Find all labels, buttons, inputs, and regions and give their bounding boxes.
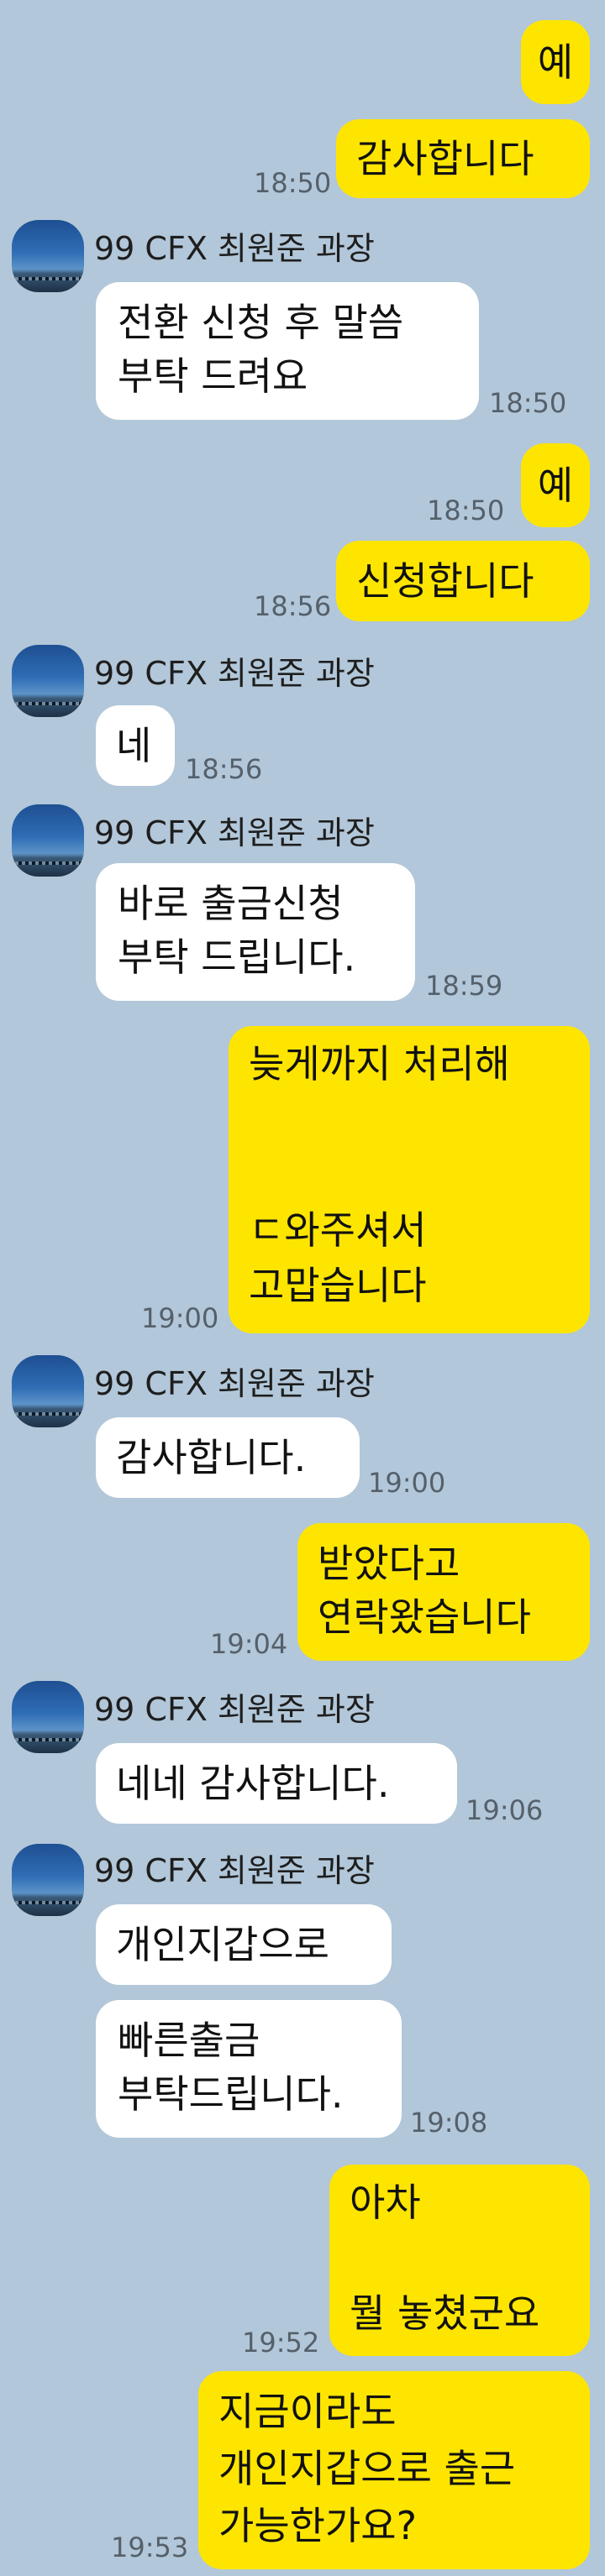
- outgoing-message-bubble[interactable]: 예: [521, 443, 590, 527]
- incoming-message-bubble[interactable]: 네: [96, 705, 175, 786]
- message-time: 19:52: [242, 2327, 320, 2359]
- message-time: 18:50: [254, 167, 332, 199]
- outgoing-message-bubble[interactable]: 예: [521, 20, 590, 104]
- sender-avatar[interactable]: [12, 1681, 84, 1753]
- sender-name: 99 CFX 최원준 과장: [94, 1691, 375, 1728]
- outgoing-message-bubble[interactable]: 감사합니다: [336, 119, 590, 198]
- outgoing-message-bubble[interactable]: 늦게까지 처리해 ㄷ와주셔서 고맙습니다: [229, 1026, 590, 1333]
- message-time: 19:06: [466, 1794, 544, 1826]
- sender-avatar[interactable]: [12, 645, 84, 717]
- message-time: 18:59: [425, 970, 503, 1002]
- incoming-message-bubble[interactable]: 감사합니다.: [96, 1417, 360, 1498]
- sender-avatar[interactable]: [12, 220, 84, 292]
- outgoing-message-bubble[interactable]: 지금이라도 개인지갑으로 출근 가능한가요?: [198, 2371, 590, 2569]
- sender-avatar[interactable]: [12, 804, 84, 877]
- sender-name: 99 CFX 최원준 과장: [94, 1852, 375, 1889]
- incoming-message-bubble[interactable]: 네네 감사합니다.: [96, 1743, 457, 1824]
- message-time: 18:50: [427, 495, 505, 526]
- incoming-message-bubble[interactable]: 빠른출금 부탁드립니다.: [96, 2000, 402, 2138]
- sender-avatar[interactable]: [12, 1844, 84, 1916]
- incoming-message-bubble[interactable]: 전환 신청 후 말씀 부탁 드려요: [96, 282, 479, 420]
- sender-name: 99 CFX 최원준 과장: [94, 814, 375, 851]
- incoming-message-bubble[interactable]: 바로 출금신청 부탁 드립니다.: [96, 863, 415, 1001]
- outgoing-message-bubble[interactable]: 신청합니다: [336, 541, 590, 621]
- message-time: 19:08: [410, 2107, 488, 2139]
- message-time: 19:04: [210, 1628, 288, 1660]
- message-time: 18:50: [489, 387, 567, 419]
- message-time: 19:00: [141, 1302, 219, 1334]
- message-time: 18:56: [254, 590, 332, 622]
- outgoing-message-bubble[interactable]: 받았다고 연락왔습니다: [297, 1523, 590, 1661]
- sender-name: 99 CFX 최원준 과장: [94, 230, 375, 267]
- message-time: 18:56: [185, 753, 263, 785]
- sender-avatar[interactable]: [12, 1355, 84, 1427]
- incoming-message-bubble[interactable]: 개인지갑으로: [96, 1904, 392, 1985]
- sender-name: 99 CFX 최원준 과장: [94, 655, 375, 692]
- message-time: 19:00: [368, 1467, 446, 1499]
- sender-name: 99 CFX 최원준 과장: [94, 1365, 375, 1402]
- message-time: 19:53: [111, 2531, 189, 2563]
- outgoing-message-bubble[interactable]: 아차 뭘 놓쳤군요: [329, 2165, 590, 2356]
